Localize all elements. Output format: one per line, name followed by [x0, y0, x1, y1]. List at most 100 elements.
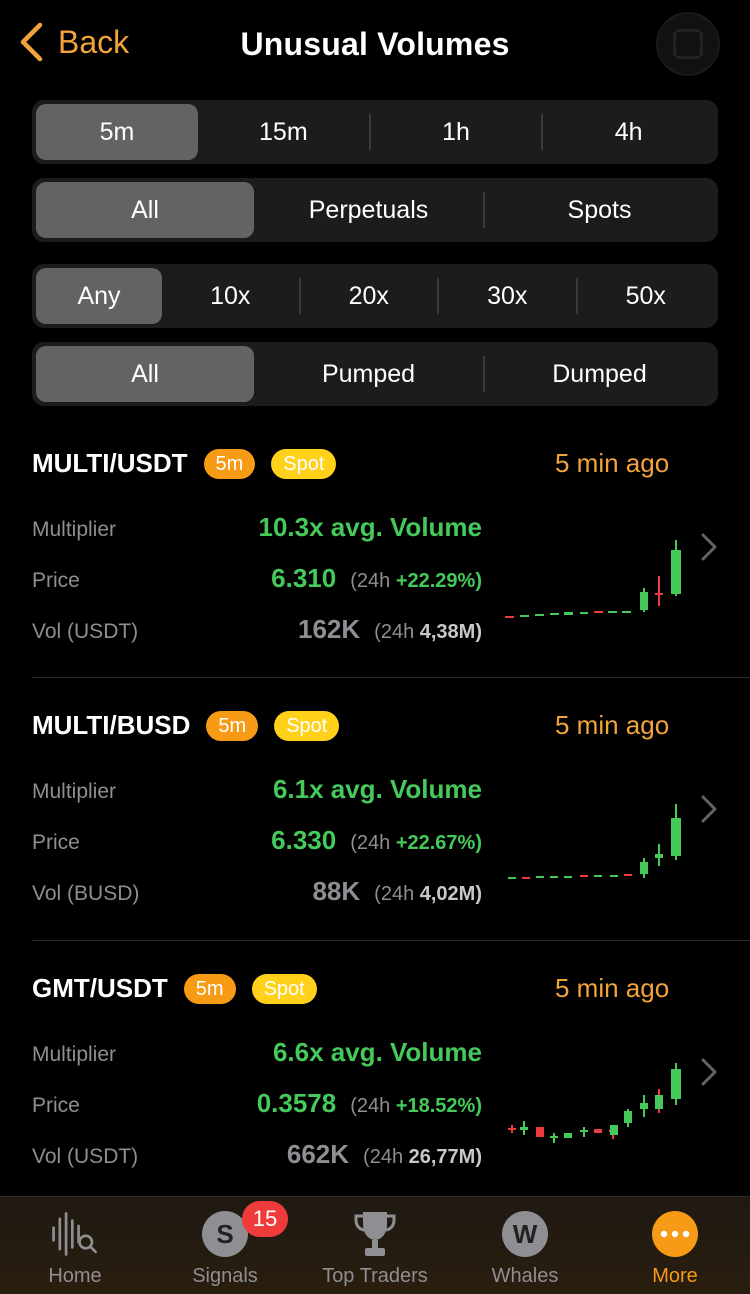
whales-letter: W: [502, 1211, 548, 1257]
multiplier-50x[interactable]: 50x: [578, 268, 715, 324]
multiplier-20x[interactable]: 20x: [301, 268, 438, 324]
tab-label: Whales: [491, 1265, 559, 1287]
tab-home[interactable]: Home: [0, 1207, 150, 1293]
direction-all[interactable]: All: [36, 346, 254, 402]
pair-row: MULTI/BUSD 5m Spot: [32, 710, 340, 741]
card-separator: [32, 940, 750, 941]
multiplier-label: Multiplier: [32, 780, 117, 803]
price-row: Price 6.330 (24h +22.67%): [32, 825, 482, 861]
multiplier-value: 10.3x avg. Volume: [258, 512, 482, 542]
tab-label: More: [652, 1265, 698, 1287]
volume-card[interactable]: MULTI/USDT 5m Spot 5 min ago Multiplier …: [0, 420, 750, 682]
price-24h-change: +22.29%): [395, 570, 482, 592]
volume-label: Vol (USDT): [32, 1145, 139, 1168]
timeframe-1h[interactable]: 1h: [371, 104, 542, 160]
volume-card[interactable]: GMT/USDT 5m Spot 5 min ago Multiplier 6.…: [0, 945, 750, 1207]
pair-row: MULTI/USDT 5m Spot: [32, 448, 337, 479]
volume-row: Vol (BUSD) 88K (24h 4,02M): [32, 876, 482, 912]
tab-label: Top Traders: [322, 1265, 428, 1287]
volume-24h-prefix: (24h: [363, 1146, 404, 1168]
chevron-right-icon: [701, 533, 717, 561]
volume-value-group: 162K (24h 4,38M): [182, 614, 482, 645]
notification-badge: 15: [242, 1201, 288, 1237]
pair-name: MULTI/BUSD: [32, 710, 191, 740]
volume-24h-prefix: (24h: [374, 883, 415, 905]
timeframe-5m[interactable]: 5m: [36, 104, 198, 160]
price-value: 6.310: [271, 563, 337, 593]
tab-label: Signals: [192, 1265, 258, 1287]
price-24h-change: +22.67%): [395, 832, 482, 854]
multiplier-row: Multiplier 6.6x avg. Volume: [32, 1037, 482, 1073]
direction-pumped[interactable]: Pumped: [254, 346, 483, 402]
price-24h-prefix: (24h: [350, 570, 391, 592]
price-row: Price 0.3578 (24h +18.52%): [32, 1088, 482, 1124]
volume-24h: 4,02M): [419, 883, 482, 905]
time-ago: 5 min ago: [555, 973, 670, 1003]
multiplier-value: 6.1x avg. Volume: [272, 774, 482, 804]
volume-24h: 4,38M): [419, 621, 482, 643]
multiplier-any[interactable]: Any: [36, 268, 162, 324]
tab-more[interactable]: More: [600, 1207, 750, 1293]
chevron-right-icon: [701, 1058, 717, 1086]
market-spots[interactable]: Spots: [485, 182, 714, 238]
time-ago: 5 min ago: [555, 710, 670, 740]
timeframe-badge: 5m: [183, 973, 236, 1004]
price-value: 0.3578: [256, 1088, 337, 1118]
trophy-icon: [350, 1209, 400, 1259]
multiplier-row: Multiplier 6.1x avg. Volume: [32, 774, 482, 810]
volume-row: Vol (USDT) 662K (24h 26,77M): [32, 1139, 482, 1175]
volume-row: Vol (USDT) 162K (24h 4,38M): [32, 614, 482, 650]
tab-whales[interactable]: W Whales: [450, 1207, 600, 1293]
tab-signals[interactable]: S 15 Signals: [150, 1201, 300, 1293]
volume-card[interactable]: MULTI/BUSD 5m Spot 5 min ago Multiplier …: [0, 682, 750, 944]
pair-name: MULTI/USDT: [32, 448, 188, 478]
timeframe-badge: 5m: [203, 448, 256, 479]
card-separator: [32, 677, 750, 678]
page-title: Unusual Volumes: [240, 26, 510, 62]
multiplier-label: Multiplier: [32, 1043, 117, 1066]
price-24h-prefix: (24h: [350, 1095, 391, 1117]
candlestick-sparkline: [505, 540, 681, 618]
home-waveform-search-icon: [50, 1209, 100, 1259]
market-badge: Spot: [274, 710, 340, 741]
tab-top-traders[interactable]: Top Traders: [300, 1207, 450, 1293]
volume-value: 88K: [312, 876, 361, 906]
pair-row: GMT/USDT 5m Spot: [32, 973, 317, 1004]
volume-label: Vol (USDT): [32, 620, 139, 643]
volume-value: 662K: [286, 1139, 350, 1169]
nav-header: Back Unusual Volumes: [0, 0, 750, 90]
whales-icon: W: [500, 1209, 550, 1259]
market-selector: All Perpetuals Spots: [32, 178, 718, 242]
pair-name: GMT/USDT: [32, 973, 168, 1003]
candlestick-sparkline: [508, 804, 681, 879]
volume-label: Vol (BUSD): [32, 882, 140, 905]
timeframe-selector: 5m 15m 1h 4h: [32, 100, 718, 164]
volume-24h: 26,77M): [408, 1146, 482, 1168]
price-label: Price: [32, 569, 80, 592]
volume-value-group: 662K (24h 26,77M): [182, 1139, 482, 1170]
timeframe-4h[interactable]: 4h: [543, 104, 714, 160]
multiplier-10x[interactable]: 10x: [162, 268, 299, 324]
price-label: Price: [32, 831, 80, 854]
candlestick-sparkline: [508, 1063, 681, 1143]
multiplier-selector: Any 10x 20x 30x 50x: [32, 264, 718, 328]
direction-selector: All Pumped Dumped: [32, 342, 718, 406]
price-value-group: 6.310 (24h +22.29%): [182, 563, 482, 594]
volume-value: 162K: [298, 614, 361, 644]
tab-label: Home: [48, 1265, 102, 1287]
price-value-group: 0.3578 (24h +18.52%): [182, 1088, 482, 1119]
price-24h-change: +18.52%): [395, 1095, 482, 1117]
price-label: Price: [32, 1094, 80, 1117]
time-ago: 5 min ago: [555, 448, 670, 478]
more-dots-icon: [650, 1209, 700, 1259]
multiplier-30x[interactable]: 30x: [439, 268, 576, 324]
chart-grid-icon[interactable]: [656, 12, 720, 76]
price-value-group: 6.330 (24h +22.67%): [182, 825, 482, 856]
direction-dumped[interactable]: Dumped: [485, 346, 714, 402]
market-perpetuals[interactable]: Perpetuals: [254, 182, 483, 238]
timeframe-15m[interactable]: 15m: [198, 104, 369, 160]
market-badge: Spot: [251, 973, 317, 1004]
price-row: Price 6.310 (24h +22.29%): [32, 563, 482, 599]
market-all[interactable]: All: [36, 182, 254, 238]
tab-bar: Home S 15 Signals Top Traders W Whales M…: [0, 1196, 750, 1294]
